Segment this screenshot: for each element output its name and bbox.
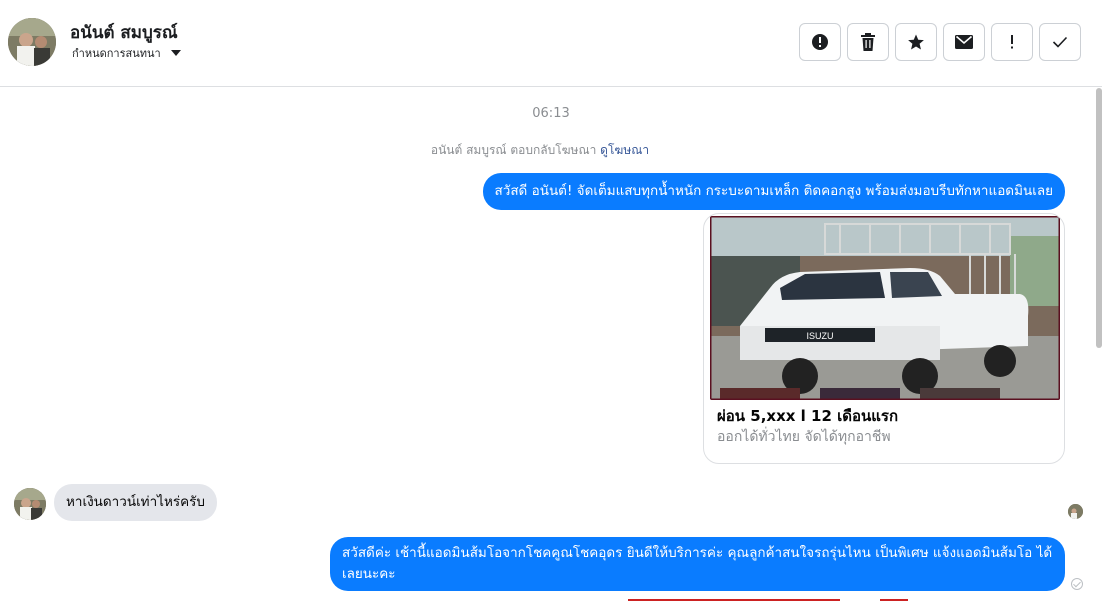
ad-reply-text: อนันต์ สมบูรณ์ ตอบกลับโฆษณา — [430, 143, 597, 157]
star-icon — [908, 34, 924, 50]
conversation-toolbar — [799, 23, 1081, 61]
delete-button[interactable] — [847, 23, 889, 61]
exclamation-icon — [1011, 35, 1013, 49]
assign-conversation-dropdown[interactable]: กำหนดการสนทนา — [72, 44, 181, 62]
view-ad-link[interactable]: ดูโฆษณา — [600, 143, 649, 157]
sent-check-icon — [1071, 578, 1083, 590]
trash-icon — [861, 33, 875, 51]
caret-down-icon — [170, 50, 181, 56]
mark-unread-button[interactable] — [943, 23, 985, 61]
sender-avatar[interactable] — [14, 488, 46, 520]
contact-name: อนันต์ สมบูรณ์ — [70, 23, 178, 43]
assign-conversation-label: กำหนดการสนทนา — [72, 47, 161, 60]
follow-up-button[interactable] — [991, 23, 1033, 61]
seen-indicator-avatar — [1068, 504, 1083, 519]
message-thread: 06:13 อนันต์ สมบูรณ์ ตอบกลับโฆษณา ดูโฆษณ… — [0, 88, 1102, 601]
ad-card-title: ผ่อน 5,xxx l 12 เดือนแรก — [717, 407, 899, 425]
ad-image: ISUZU — [710, 216, 1060, 400]
isuzu-logo-text: ISUZU — [807, 331, 834, 341]
mark-spam-button[interactable] — [799, 23, 841, 61]
alert-circle-icon — [812, 34, 828, 50]
ad-card[interactable]: ISUZU ผ่อน 5,xxx l 12 เดือนแรก ออกได้ทั่… — [703, 213, 1065, 464]
mail-icon — [955, 35, 973, 49]
contact-avatar[interactable] — [8, 18, 56, 66]
conversation-header: อนันต์ สมบูรณ์ กำหนดการสนทนา — [0, 0, 1102, 87]
ad-card-subtitle: ออกได้ทั่วไทย จัดได้ทุกอาชีพ — [717, 429, 891, 445]
ad-reply-note: อนันต์ สมบูรณ์ ตอบกลับโฆษณา ดูโฆษณา — [0, 141, 1080, 160]
thread-timestamp: 06:13 — [532, 106, 570, 121]
outgoing-message: สวัสดี อนันต์! จัดเต็มแสบทุกน้ำหนัก กระบ… — [482, 173, 1065, 210]
mark-done-button[interactable] — [1039, 23, 1081, 61]
outgoing-message: สวัสดีค่ะ เช้านี้แอดมินส้มโอจากโชคคูณโชค… — [330, 537, 1065, 591]
star-button[interactable] — [895, 23, 937, 61]
incoming-message: หาเงินดาวน์เท่าไหร่ครับ — [54, 484, 217, 521]
check-icon — [1052, 36, 1068, 48]
